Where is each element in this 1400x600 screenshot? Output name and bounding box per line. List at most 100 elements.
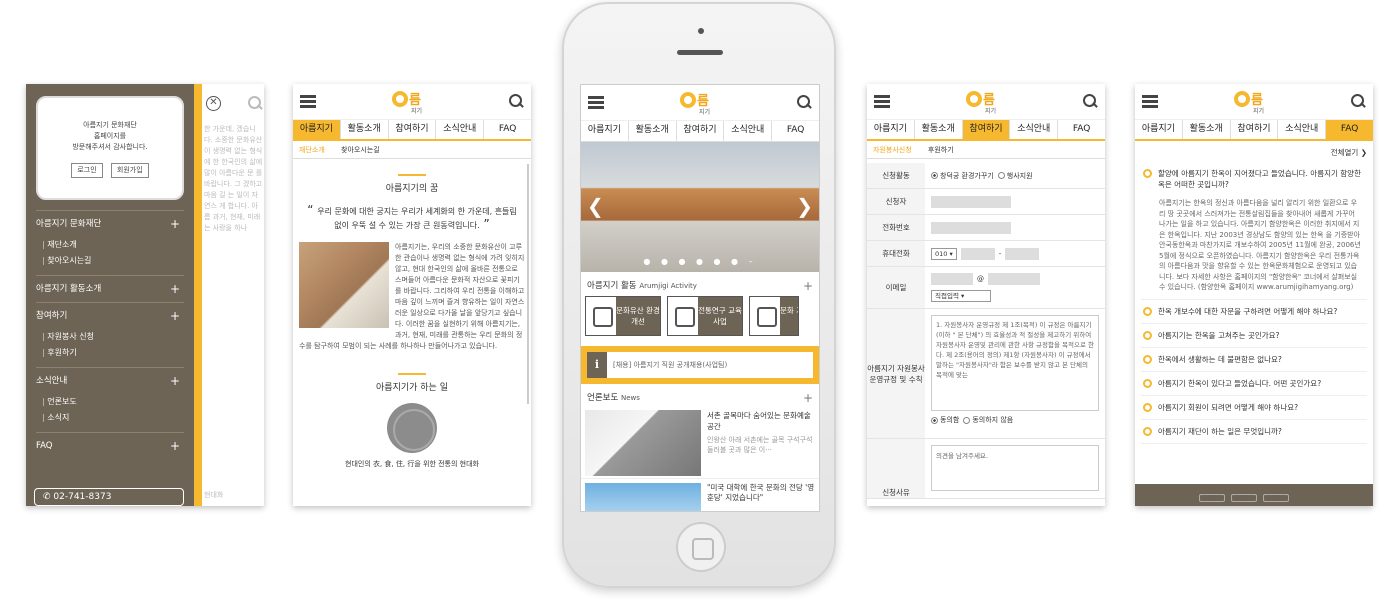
menu-group-header[interactable]: 아름지기 문화재단 + [36, 211, 184, 237]
menu-group-header[interactable]: FAQ + [36, 433, 184, 459]
logo[interactable]: 름 지기 [680, 90, 720, 118]
phone-button[interactable]: ✆ 02-741-8373 [34, 488, 184, 506]
comment-textarea[interactable]: 의견을 남겨주세요. [931, 445, 1099, 491]
chevron-left-icon[interactable]: ❮ [587, 194, 604, 218]
policy-box[interactable]: 1. 자원봉사자 운영규정 제 1조(목적) 이 규정은 아름지기(이하 " 본… [931, 315, 1099, 411]
tab-news[interactable]: 소식안내 [1010, 120, 1059, 139]
logo[interactable]: 름 지기 [966, 89, 1006, 117]
menu-item-directions[interactable]: 찾아오시는길 [42, 253, 184, 269]
faq-question[interactable]: 아름지기 한옥이 있다고 들었습니다. 어떤 곳인가요? [1141, 372, 1367, 396]
mobile-mid-input[interactable] [960, 247, 995, 260]
tab-participate[interactable]: 참여하기 [389, 120, 437, 139]
tab-participate[interactable]: 참여하기 [677, 121, 725, 141]
menu-group-header[interactable]: 소식안내 + [36, 368, 184, 394]
radio-activity-1[interactable]: 창덕궁 환경가꾸기 [931, 171, 994, 181]
search-icon[interactable] [248, 96, 262, 110]
tab-news[interactable]: 소식안내 [1278, 120, 1327, 139]
search-icon[interactable] [509, 94, 523, 108]
plus-icon[interactable]: + [803, 388, 813, 408]
email-domain-input[interactable] [988, 273, 1040, 286]
chevron-right-icon[interactable]: ❯ [796, 194, 813, 218]
footer [1135, 484, 1373, 506]
subtab-intro[interactable]: 재단소개 [299, 146, 325, 154]
faq-question[interactable]: 아름지기 회원이 되려면 어떻게 해야 하나요? [1141, 396, 1367, 420]
tab-faq[interactable]: FAQ [1058, 120, 1105, 139]
news-item[interactable]: "미국 대학에 한국 문화의 전당 '영훈당' 지었습니다" [581, 478, 819, 511]
plus-icon[interactable]: + [803, 276, 813, 296]
radio-disagree[interactable]: 동의하지 않음 [963, 415, 1013, 425]
plus-icon[interactable]: + [170, 303, 180, 329]
hamburger-icon[interactable] [300, 95, 316, 108]
search-icon[interactable] [1351, 94, 1365, 108]
label-name: 신청자 [867, 189, 925, 214]
phone-frame: 름 지기 아름지기 활동소개 참여하기 소식안내 FAQ ❮ ❯ ● ● ● ● … [562, 2, 836, 588]
tab-activity[interactable]: 활동소개 [1183, 120, 1231, 139]
radio-agree[interactable]: 동의함 [931, 415, 959, 425]
tab-arumjigi[interactable]: 아름지기 [293, 120, 341, 139]
join-button[interactable]: 회원가입 [110, 163, 149, 178]
tab-news[interactable]: 소식안내 [724, 121, 773, 141]
scrollbar[interactable] [527, 164, 529, 404]
faq-question[interactable]: 한옥에서 생활하는 데 불편함은 없나요? [1141, 348, 1367, 372]
faq-question[interactable]: 한옥 개보수에 대한 자문을 구하려면 어떻게 해야 하나요? [1141, 300, 1367, 324]
tab-activity[interactable]: 활동소개 [341, 120, 389, 139]
menu-group-header[interactable]: 참여하기 + [36, 303, 184, 329]
tab-arumjigi[interactable]: 아름지기 [581, 121, 629, 141]
login-button[interactable]: 로그인 [71, 163, 103, 178]
expand-all-button[interactable]: 전체열기 ❯ [1135, 141, 1373, 162]
menu-item-intro[interactable]: 재단소개 [42, 237, 184, 253]
notice-banner[interactable]: i [채용] 아름지기 직원 공개채용(사업팀) [581, 346, 819, 384]
footer-button[interactable] [1231, 494, 1257, 502]
subtab-directions[interactable]: 찾아오시는길 [341, 146, 380, 154]
menu-group-header[interactable]: 아름지기 활동소개 + [36, 276, 184, 302]
menu-item-donate[interactable]: 후원하기 [42, 345, 184, 361]
plus-icon[interactable]: + [170, 368, 180, 394]
subtab-volunteer[interactable]: 자원봉사신청 [873, 146, 912, 154]
tab-participate[interactable]: 참여하기 [962, 120, 1011, 139]
name-input[interactable] [931, 195, 1011, 208]
slider-dots[interactable]: ● ● ● ● ● ● – [581, 257, 819, 266]
plus-icon[interactable]: + [170, 211, 180, 237]
tab-arumjigi[interactable]: 아름지기 [867, 120, 915, 139]
search-icon[interactable] [797, 95, 811, 109]
search-icon[interactable] [1083, 94, 1097, 108]
menu-item-volunteer[interactable]: 자원봉사 신청 [42, 329, 184, 345]
hero-slider[interactable]: ❮ ❯ ● ● ● ● ● ● – [581, 142, 819, 272]
plus-icon[interactable]: + [170, 433, 180, 459]
menu-item-newsletter[interactable]: 소식지 [42, 410, 184, 426]
footer-button[interactable] [1199, 494, 1225, 502]
email-id-input[interactable] [931, 273, 973, 286]
mobile-last-input[interactable] [1005, 247, 1040, 260]
news-item[interactable]: 서촌 골목마다 숨어있는 문화예술공간 인왕산 아래 서촌에는 골목 구석구석 둘… [581, 410, 819, 476]
close-icon[interactable]: ✕ [206, 96, 221, 111]
faq-question[interactable]: 아름지기는 한옥을 고쳐주는 곳인가요? [1141, 324, 1367, 348]
home-button[interactable] [676, 522, 726, 572]
tab-faq[interactable]: FAQ [484, 120, 531, 139]
radio-activity-2[interactable]: 행사지원 [997, 171, 1033, 181]
plus-icon[interactable]: + [170, 276, 180, 302]
mobile-prefix-select[interactable]: 010 ▾ [931, 247, 957, 260]
tab-news[interactable]: 소식안내 [436, 120, 485, 139]
faq-question[interactable]: 할양에 아름지기 한옥이 지어졌다고 들었습니다. 아름지기 함양한옥은 어떠한… [1141, 162, 1367, 196]
hamburger-icon[interactable] [874, 95, 890, 108]
activity-card[interactable]: 전통연구 교육사업 [667, 296, 743, 336]
subtab-donate[interactable]: 후원하기 [928, 146, 954, 154]
footer-button[interactable] [1263, 494, 1289, 502]
tab-faq[interactable]: FAQ [1326, 120, 1373, 139]
quote: “ 우리 문화에 대한 궁지는 우리가 세계화의 한 가운데, 흔들림 없이 우… [307, 203, 517, 231]
logo[interactable]: 름 지기 [1234, 89, 1274, 117]
tab-arumjigi[interactable]: 아름지기 [1135, 120, 1183, 139]
activity-card[interactable]: 문화유산 환경개선 [585, 296, 661, 336]
tab-faq[interactable]: FAQ [772, 121, 819, 141]
activity-card[interactable]: 문화 기획 [749, 296, 799, 336]
hamburger-icon[interactable] [1142, 95, 1158, 108]
tab-activity[interactable]: 활동소개 [915, 120, 963, 139]
menu-item-press[interactable]: 언론보도 [42, 394, 184, 410]
tab-activity[interactable]: 활동소개 [629, 121, 677, 141]
email-domain-select[interactable]: 직접입력 ▾ [931, 289, 991, 302]
logo[interactable]: 름 지기 [392, 89, 432, 117]
tel-input[interactable] [931, 221, 1011, 234]
tab-participate[interactable]: 참여하기 [1231, 120, 1279, 139]
hamburger-icon[interactable] [588, 96, 604, 109]
faq-question[interactable]: 아름지기 재단이 하는 일은 무엇입니까? [1141, 420, 1367, 444]
